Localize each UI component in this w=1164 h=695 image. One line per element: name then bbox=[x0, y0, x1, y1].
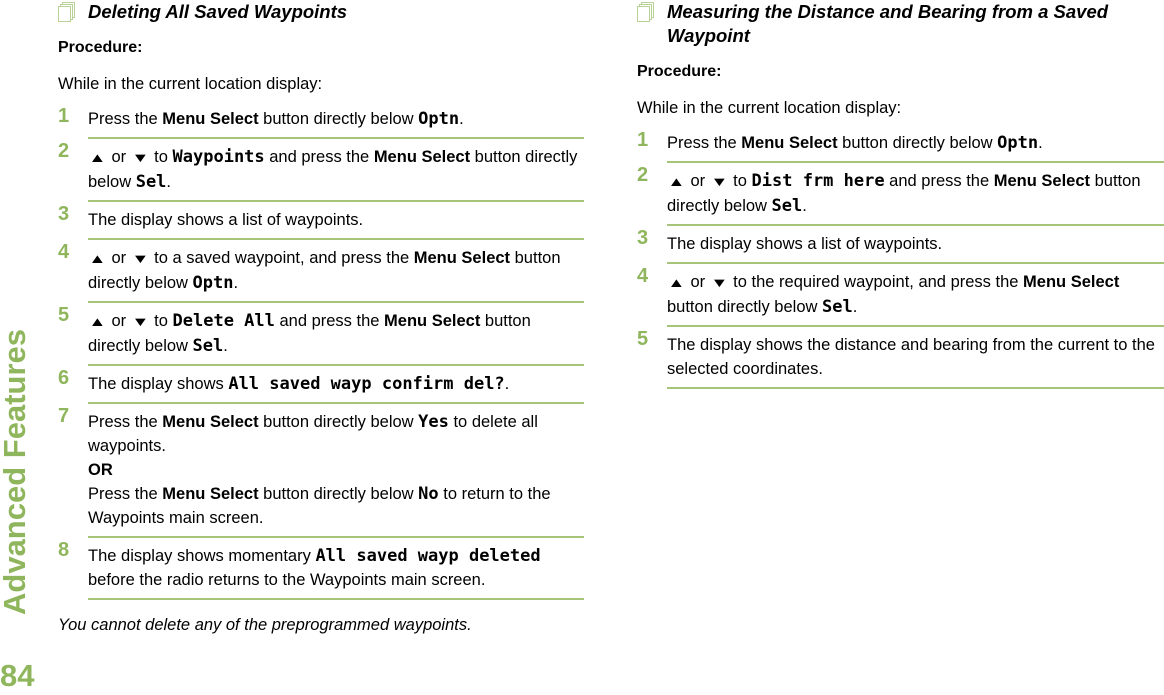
section-title-text: Deleting All Saved Waypoints bbox=[88, 1, 348, 22]
step-number: 5 bbox=[58, 304, 70, 326]
procedure-step: 6 The display shows All saved wayp confir… bbox=[58, 366, 584, 404]
bold-term: OR bbox=[88, 461, 113, 479]
display-text: All saved wayp deleted bbox=[315, 546, 541, 566]
procedure-step: 1 Press the Menu Select button directly b… bbox=[58, 104, 584, 139]
step-number: 4 bbox=[637, 265, 649, 287]
page-number: 84 bbox=[0, 658, 35, 693]
step-number: 1 bbox=[637, 129, 649, 151]
procedure-step: 2 ▲ or ▼ to Waypoints and press the Menu … bbox=[58, 139, 584, 202]
display-text: Sel bbox=[135, 172, 167, 192]
procedure-label: Procedure: bbox=[637, 63, 722, 80]
document-pages-icon bbox=[58, 2, 75, 22]
procedure-step: 7 Press the Menu Select button directly b… bbox=[58, 404, 584, 538]
step-text: The display shows the distance and beari… bbox=[667, 327, 1164, 389]
display-text: No bbox=[418, 484, 439, 504]
procedure-intro: While in the current location display: bbox=[58, 75, 323, 93]
step-number: 4 bbox=[58, 241, 70, 263]
step-text: The display shows a list of waypoints. bbox=[88, 202, 584, 240]
procedure-step: 2 ▲ or ▼ to Dist frm here and press the M… bbox=[637, 163, 1164, 226]
step-text: The display shows a list of waypoints. bbox=[667, 226, 1164, 264]
step-text: ▲ or ▼ to a saved waypoint, and press th… bbox=[88, 240, 584, 303]
down-arrow-icon: ▼ bbox=[710, 174, 729, 189]
section-measuring-distance-bearing: Measuring the Distance and Bearing from … bbox=[637, 0, 1164, 389]
section-heading: Deleting All Saved Waypoints bbox=[58, 0, 584, 24]
bold-term: Menu Select bbox=[1023, 273, 1120, 291]
chapter-sidebar: Advanced Features bbox=[0, 329, 34, 615]
procedure-label: Procedure: bbox=[58, 39, 143, 56]
bold-term: Menu Select bbox=[741, 134, 838, 152]
display-text: Sel bbox=[192, 336, 224, 356]
document-pages-icon bbox=[637, 2, 654, 22]
step-text: The display shows All saved wayp confirm… bbox=[88, 366, 584, 404]
procedure-step: 5 ▲ or ▼ to Delete All and press the Menu… bbox=[58, 303, 584, 366]
step-text: Press the Menu Select button directly be… bbox=[88, 404, 584, 538]
step-number: 3 bbox=[637, 227, 649, 249]
section-heading: Measuring the Distance and Bearing from … bbox=[637, 0, 1164, 48]
display-text: Waypoints bbox=[172, 147, 265, 167]
bold-term: Menu Select bbox=[373, 148, 471, 166]
step-number: 2 bbox=[637, 164, 649, 186]
procedure-step: 8 The display shows momentary All saved w… bbox=[58, 538, 584, 600]
down-arrow-icon: ▼ bbox=[710, 275, 729, 290]
procedure-steps: 1 Press the Menu Select button directly b… bbox=[637, 128, 1164, 389]
step-text: Press the Menu Select button directly be… bbox=[667, 128, 1164, 163]
chapter-title: Advanced Features bbox=[0, 329, 32, 615]
up-arrow-icon: ▲ bbox=[667, 174, 686, 189]
bold-term: Menu Select bbox=[162, 413, 259, 431]
bold-term: Menu Select bbox=[384, 312, 481, 330]
step-text: ▲ or ▼ to Delete All and press the Menu … bbox=[88, 303, 584, 366]
display-text: Dist frm here bbox=[751, 171, 885, 191]
display-text: Delete All bbox=[172, 311, 275, 331]
display-text: Optn bbox=[997, 133, 1039, 153]
procedure-step: 5 The display shows the distance and bear… bbox=[637, 327, 1164, 389]
procedure-note: You cannot delete any of the preprogramm… bbox=[58, 616, 472, 634]
display-text: All saved wayp confirm del? bbox=[228, 374, 505, 394]
step-number: 8 bbox=[58, 539, 70, 561]
down-arrow-icon: ▼ bbox=[131, 150, 150, 165]
step-text: ▲ or ▼ to Waypoints and press the Menu S… bbox=[88, 139, 584, 202]
bold-term: Menu Select bbox=[162, 110, 259, 128]
section-deleting-all-waypoints: Deleting All Saved Waypoints Procedure: … bbox=[58, 0, 584, 635]
section-title-text: Measuring the Distance and Bearing from … bbox=[667, 1, 1109, 46]
procedure-step: 3 The display shows a list of waypoints. bbox=[58, 202, 584, 240]
step-number: 5 bbox=[637, 328, 649, 350]
procedure-intro: While in the current location display: bbox=[637, 99, 902, 117]
step-number: 7 bbox=[58, 405, 70, 427]
step-text: ▲ or ▼ to the required waypoint, and pre… bbox=[667, 264, 1164, 327]
procedure-steps: 1 Press the Menu Select button directly b… bbox=[58, 104, 584, 600]
display-text: Sel bbox=[822, 297, 853, 317]
display-text: Sel bbox=[771, 196, 803, 216]
up-arrow-icon: ▲ bbox=[667, 275, 686, 290]
display-text: Optn bbox=[192, 273, 234, 293]
display-text: Yes bbox=[418, 412, 449, 432]
down-arrow-icon: ▼ bbox=[131, 314, 150, 329]
procedure-step: 4 ▲ or ▼ to a saved waypoint, and press t… bbox=[58, 240, 584, 303]
up-arrow-icon: ▲ bbox=[88, 251, 107, 266]
up-arrow-icon: ▲ bbox=[88, 314, 107, 329]
up-arrow-icon: ▲ bbox=[88, 150, 107, 165]
bold-term: Menu Select bbox=[993, 172, 1091, 190]
step-number: 2 bbox=[58, 140, 70, 162]
bold-term: Menu Select bbox=[162, 485, 259, 503]
down-arrow-icon: ▼ bbox=[131, 251, 150, 266]
step-number: 1 bbox=[58, 105, 70, 127]
bold-term: Menu Select bbox=[413, 249, 511, 267]
procedure-step: 4 ▲ or ▼ to the required waypoint, and pr… bbox=[637, 264, 1164, 327]
step-text: ▲ or ▼ to Dist frm here and press the Me… bbox=[667, 163, 1164, 226]
step-number: 6 bbox=[58, 367, 70, 389]
step-text: The display shows momentary All saved wa… bbox=[88, 538, 584, 600]
procedure-step: 1 Press the Menu Select button directly b… bbox=[637, 128, 1164, 163]
step-text: Press the Menu Select button directly be… bbox=[88, 104, 584, 139]
procedure-step: 3 The display shows a list of waypoints. bbox=[637, 226, 1164, 264]
step-number: 3 bbox=[58, 203, 70, 225]
display-text: Optn bbox=[418, 109, 460, 129]
